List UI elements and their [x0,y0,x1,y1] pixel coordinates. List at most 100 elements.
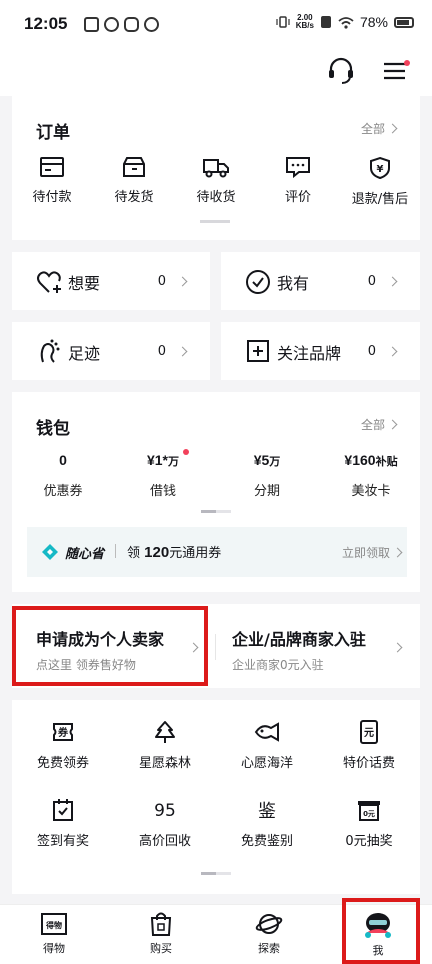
lottery-icon: 0元 [358,801,380,821]
add-square-icon [247,340,269,362]
svg-text:元: 元 [364,727,374,739]
orders-card: 订单 全部 待付款 待发货 待收货 评价 ¥ 退款/售后 [12,96,420,240]
business-seller-entry[interactable]: 企业/品牌商家入驻 企业商家0元入驻 [218,604,420,688]
wallet-title: 钱包 [36,419,70,439]
service-free-coupon[interactable]: 券 免费领券 [22,720,104,771]
loan-label[interactable]: 借钱 [118,480,208,499]
wallet-card-icon [40,157,64,177]
service-recycle[interactable]: 95 高价回收 [124,798,206,849]
svg-text:券: 券 [57,726,69,739]
heart-plus-icon [37,271,61,293]
refund-shield-icon: ¥ [370,156,390,180]
highlight-box [342,898,420,964]
order-pending-payment[interactable]: 待付款 [16,156,88,205]
phone-bill-icon: 元 [360,720,378,744]
order-review[interactable]: 评价 [262,156,334,205]
page-header [0,48,432,96]
tree-icon [155,721,175,743]
service-lottery-label: 0元抽奖 [345,834,393,849]
service-phone-bill-label: 特价话费 [342,756,395,771]
service-check-in[interactable]: 签到有奖 [22,798,104,849]
followed-brands-label: 关注品牌 [277,344,342,363]
beauty-card-value[interactable]: ¥160补贴 [324,452,418,469]
battery-percent: 78% [359,14,388,30]
promo-banner[interactable]: 随心省 领 120元通用券 立即领取 [27,527,407,577]
promo-text: 领 120元通用券 [127,544,222,561]
orders-scroll-indicator [200,220,230,223]
have-label: 我有 [277,274,310,293]
service-appraisal[interactable]: 鉴 免费鉴别 [226,798,308,849]
order-pending-payment-label: 待付款 [32,190,72,205]
fan-icon [144,17,159,32]
shopping-bag-icon [150,912,172,936]
coupon-value[interactable]: 0 [18,452,108,468]
battery-icon [394,16,414,28]
footprint-card[interactable]: 足迹 0 [12,322,210,380]
service-star-forest-label: 星愿森林 [138,756,191,771]
wallet-all-link[interactable]: 全部 [361,416,398,433]
chevron-right-icon [177,276,188,287]
customer-service-icon[interactable] [326,56,356,86]
nav-explore[interactable]: 探索 [239,911,299,956]
calendar-check-icon [53,799,73,821]
service-phone-bill[interactable]: 元 特价话费 [328,720,410,771]
dewu-logo-icon: 得物 [41,913,67,935]
service-appraisal-label: 免费鉴别 [240,834,293,849]
services-card: 券 免费领券 星愿森林 心愿海洋 元 特价话费 签到有奖 95 高价回收 鉴 免… [12,700,420,894]
nav-dewu[interactable]: 得物 得物 [24,911,84,956]
footprint-count: 0 [157,344,166,359]
footprint-icon [40,339,60,363]
footprint-label: 足迹 [68,344,101,363]
svg-text:得物: 得物 [45,920,62,930]
truck-icon [203,159,229,178]
check-circle-icon [246,270,270,294]
highlight-box [12,606,208,686]
order-pending-receipt[interactable]: 待收货 [180,156,252,205]
have-count: 0 [367,274,376,289]
business-seller-title: 企业/品牌商家入驻 [232,630,366,649]
beauty-card-label[interactable]: 美妆卡 [324,480,418,499]
order-review-label: 评价 [284,190,311,205]
svg-text:95: 95 [154,801,176,821]
chevron-right-icon [392,642,403,653]
nav-buy[interactable]: 购买 [131,911,191,956]
status-bar: 12:05 2.00 KB/s 78% [0,0,432,48]
want-count: 0 [157,274,166,289]
loan-value[interactable]: ¥1*万 [118,452,208,469]
business-seller-subtitle: 企业商家0元入驻 [232,658,324,672]
app-notification-icon [84,17,99,32]
loan-notification-dot [183,449,189,455]
want-label: 想要 [68,274,101,293]
services-scroll-indicator [201,872,231,875]
coupon-label[interactable]: 优惠券 [18,480,108,499]
promo-brand: 随心省 [65,547,105,562]
notification-icons [84,17,159,32]
service-wish-ocean[interactable]: 心愿海洋 [226,720,308,771]
recycle-95-icon: 95 [154,801,176,821]
svg-text:¥: ¥ [377,164,384,175]
service-lottery[interactable]: 0元 0元抽奖 [328,798,410,849]
chevron-right-icon [177,346,188,357]
sim-icon [320,16,331,28]
order-pending-shipment[interactable]: 待发货 [98,156,170,205]
seller-divider [215,634,216,660]
status-time: 12:05 [24,14,68,33]
nav-buy-label: 购买 [150,942,172,955]
ticket-icon: 券 [53,723,73,741]
promo-claim-link[interactable]: 立即领取 [342,544,403,561]
system-status: 2.00 KB/s 78% [276,14,414,30]
service-star-forest[interactable]: 星愿森林 [124,720,206,771]
installment-value[interactable]: ¥5万 [222,452,312,469]
promo-logo-icon [42,544,58,560]
followed-brands-card[interactable]: 关注品牌 0 [221,322,420,380]
want-card[interactable]: 想要 0 [12,252,210,310]
have-card[interactable]: 我有 0 [221,252,420,310]
nav-dewu-label: 得物 [43,942,65,955]
order-refund[interactable]: ¥ 退款/售后 [340,156,420,207]
planet-icon [255,914,283,934]
net-speed: 2.00 KB/s [295,13,314,30]
orders-all-link[interactable]: 全部 [361,120,398,137]
chat-icon [286,157,310,178]
chevron-right-icon [387,276,398,287]
installment-label[interactable]: 分期 [222,480,312,499]
